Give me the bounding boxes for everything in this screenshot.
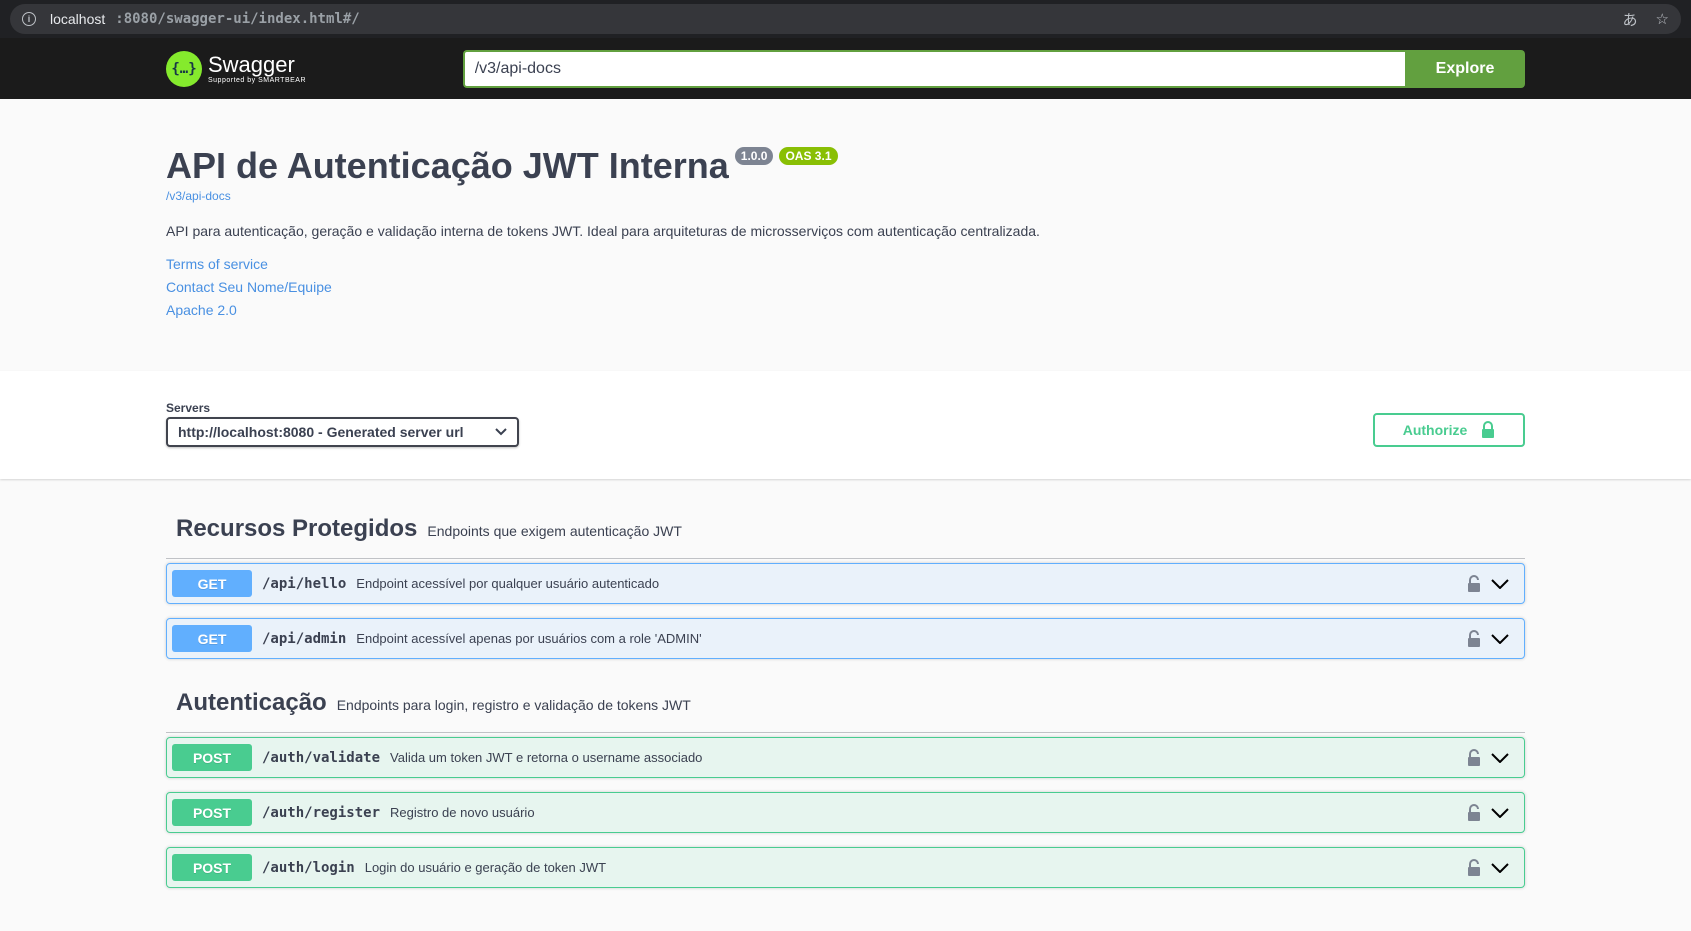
lock-icon[interactable] [1467,858,1481,877]
api-info: API de Autenticação JWT Interna 1.0.0 OA… [0,99,1691,371]
tag-name: Autenticação [176,688,327,716]
version-badge: 1.0.0 [734,147,774,165]
method-badge: GET [172,570,252,597]
operation-path: /auth/login [262,859,355,876]
api-description: API para autenticação, geração e validaç… [166,223,1040,239]
chevron-down-icon[interactable] [1491,578,1509,589]
lock-icon[interactable] [1467,748,1481,767]
operation-post-auth-register[interactable]: POST /auth/register Registro de novo usu… [166,792,1525,833]
lock-icon[interactable] [1467,574,1481,593]
bookmark-star-icon[interactable]: ☆ [1656,10,1669,28]
swagger-topbar: {…} Swagger Supported by SMARTBEAR Explo… [0,38,1691,99]
method-badge: POST [172,854,252,881]
operation-summary: Login do usuário e geração de token JWT [364,860,607,875]
operation-summary: Endpoint acessível por qualquer usuário … [356,576,660,591]
tag-header[interactable]: Recursos Protegidos Endpoints que exigem… [166,499,1525,559]
operation-summary: Valida um token JWT e retorna o username… [390,750,703,765]
url-path: :8080/swagger-ui/index.html#/ [115,11,360,27]
operations-list: Recursos Protegidos Endpoints que exigem… [0,479,1691,888]
server-selected-value: http://localhost:8080 - Generated server… [178,424,464,440]
server-select[interactable]: http://localhost:8080 - Generated server… [166,417,519,447]
license-link[interactable]: Apache 2.0 [166,299,1525,321]
logo-sub: Supported by SMARTBEAR [208,76,307,84]
contact-link[interactable]: Contact Seu Nome/Equipe [166,276,1525,298]
chevron-down-icon[interactable] [1491,807,1509,818]
tag-header[interactable]: Autenticação Endpoints para login, regis… [166,673,1525,733]
chevron-down-icon[interactable] [1491,752,1509,763]
lock-icon[interactable] [1467,803,1481,822]
tag-section-autenticacao: Autenticação Endpoints para login, regis… [166,673,1525,888]
spec-link[interactable]: /v3/api-docs [166,189,1525,203]
authorize-label: Authorize [1402,422,1468,438]
authorize-button[interactable]: Authorize [1373,413,1525,447]
operation-summary: Endpoint acessível apenas por usuários c… [356,631,702,646]
method-badge: GET [172,625,252,652]
tag-description: Endpoints para login, registro e validaç… [336,696,691,713]
operation-get-api-admin[interactable]: GET /api/admin Endpoint acessível apenas… [166,618,1525,659]
spec-url-input[interactable] [462,49,1405,88]
page-title: API de Autenticação JWT Interna [166,145,729,186]
operation-post-auth-login[interactable]: POST /auth/login Login do usuário e gera… [166,847,1525,888]
operation-path: /api/hello [262,575,347,592]
url-host: localhost [50,11,106,27]
lock-icon[interactable] [1467,629,1481,648]
operation-get-api-hello[interactable]: GET /api/hello Endpoint acessível por qu… [166,563,1525,604]
operation-path: /auth/validate [262,749,381,766]
chevron-down-icon[interactable] [1491,633,1509,644]
chevron-down-icon [495,428,507,436]
servers-label: Servers [166,401,211,415]
swagger-logo[interactable]: {…} Swagger Supported by SMARTBEAR [166,50,463,87]
logo-name: Swagger [208,51,295,77]
chevron-up-icon[interactable] [1493,523,1515,535]
operation-path: /api/admin [262,630,347,647]
translate-icon[interactable]: あ [1623,9,1638,30]
method-badge: POST [172,744,252,771]
tag-section-recursos-protegidos: Recursos Protegidos Endpoints que exigem… [166,499,1525,659]
explore-button[interactable]: Explore [1405,49,1525,88]
address-bar[interactable]: i localhost :8080/swagger-ui/index.html#/… [10,4,1681,34]
tag-name: Recursos Protegidos [176,514,418,542]
chevron-down-icon[interactable] [1491,862,1509,873]
method-badge: POST [172,799,252,826]
site-info-icon[interactable]: i [22,12,36,26]
terms-link[interactable]: Terms of service [166,253,1525,275]
operation-summary: Registro de novo usuário [390,805,535,820]
tag-description: Endpoints que exigem autenticação JWT [427,522,682,539]
chevron-up-icon[interactable] [1493,697,1515,709]
explore-form: Explore [462,49,1525,88]
scheme-container: Servers http://localhost:8080 - Generate… [0,371,1691,479]
oas-badge: OAS 3.1 [779,147,838,165]
swagger-logo-icon: {…} [166,50,202,87]
lock-icon [1482,421,1495,438]
operation-path: /auth/register [262,804,381,821]
browser-toolbar: i localhost :8080/swagger-ui/index.html#/… [0,0,1691,38]
operation-post-auth-validate[interactable]: POST /auth/validate Valida um token JWT … [166,737,1525,778]
